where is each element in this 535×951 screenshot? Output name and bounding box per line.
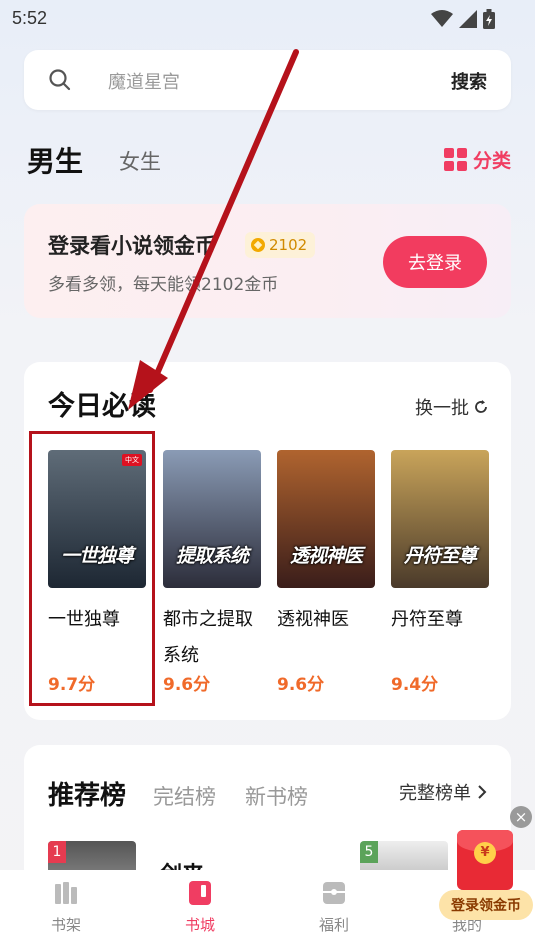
- book-item[interactable]: 丹符至尊 丹符至尊: [391, 450, 489, 638]
- bookstore-icon: [189, 881, 211, 905]
- refresh-icon: [475, 400, 487, 413]
- status-icons: [431, 9, 495, 29]
- cover-text: 丹符至尊: [403, 545, 477, 567]
- nav-label: 书城: [184, 916, 215, 934]
- book-cover[interactable]: 透视神医: [277, 450, 375, 588]
- category-button[interactable]: 分类: [443, 146, 511, 173]
- highlight-box: [29, 431, 155, 706]
- nav-item-welfare[interactable]: 福利: [299, 878, 369, 935]
- coin-amount: 2102: [269, 236, 308, 254]
- nav-label: 福利: [318, 916, 349, 934]
- rank-number: 5: [360, 841, 378, 863]
- coin-badge: 2102: [245, 232, 316, 258]
- nav-item-bookshelf[interactable]: 书架: [31, 878, 101, 935]
- status-time: 5:52: [12, 8, 48, 28]
- cover-text: 提取系统: [175, 545, 249, 567]
- book-title[interactable]: 丹符至尊: [391, 602, 495, 638]
- tab-female[interactable]: 女生: [119, 146, 161, 176]
- refresh-button[interactable]: 换一批: [415, 394, 489, 420]
- battery-icon: [483, 9, 495, 29]
- category-label: 分类: [472, 150, 511, 172]
- category-grid-icon: [443, 148, 467, 171]
- book-cover[interactable]: 丹符至尊: [391, 450, 489, 588]
- nav-label: 书架: [50, 916, 81, 934]
- book-score: 9.4分: [391, 675, 439, 695]
- book-item[interactable]: 提取系统 都市之提取系统: [163, 450, 261, 674]
- red-packet-icon[interactable]: ¥: [457, 830, 513, 890]
- coin-icon: [251, 238, 265, 252]
- chevron-right-icon: [478, 785, 487, 799]
- cover-text: 透视神医: [289, 545, 363, 567]
- refresh-label: 换一批: [415, 398, 469, 419]
- bookshelf-icon: [55, 882, 77, 904]
- full-list-link[interactable]: 完整榜单: [399, 779, 487, 805]
- search-button[interactable]: 搜索: [451, 68, 487, 94]
- nav-item-bookstore[interactable]: 书城: [165, 878, 235, 935]
- tab-recommend[interactable]: 推荐榜: [48, 775, 126, 812]
- wifi-icon: [431, 10, 453, 27]
- book-score: 9.6分: [163, 675, 211, 695]
- book-cover[interactable]: 提取系统: [163, 450, 261, 588]
- status-bar: 5:52: [0, 0, 535, 38]
- search-icon: [49, 69, 71, 91]
- gender-tabs: 男生 女生 分类: [27, 138, 511, 178]
- banner-title: 登录看小说领金币: [48, 234, 216, 258]
- book-title[interactable]: 透视神医: [277, 602, 381, 638]
- close-icon[interactable]: ×: [510, 806, 532, 828]
- book-title[interactable]: 都市之提取系统: [163, 602, 267, 674]
- tab-completed[interactable]: 完结榜: [153, 781, 216, 811]
- login-reward-button[interactable]: 登录领金币: [439, 890, 533, 920]
- tab-male[interactable]: 男生: [27, 140, 83, 180]
- signal-icon: [459, 10, 477, 28]
- rank-number: 1: [48, 841, 66, 863]
- section-title: 今日必读: [48, 391, 156, 422]
- tab-new-books[interactable]: 新书榜: [245, 781, 308, 811]
- login-button[interactable]: 去登录: [383, 236, 487, 288]
- gift-icon: [323, 882, 345, 904]
- ranking-card: 推荐榜 完结榜 新书榜 完整榜单 1 剑来 5: [24, 745, 511, 888]
- yuan-coin-icon: ¥: [474, 842, 496, 864]
- book-score: 9.6分: [277, 675, 325, 695]
- search-bar[interactable]: 魔道星宫 搜索: [24, 50, 511, 110]
- book-item[interactable]: 透视神医 透视神医: [277, 450, 375, 638]
- full-list-label: 完整榜单: [399, 783, 471, 804]
- login-banner: 登录看小说领金币 2102 多看多领，每天能领2102金币 去登录: [24, 204, 511, 318]
- search-input[interactable]: 魔道星宫: [108, 68, 180, 94]
- banner-subtitle: 多看多领，每天能领2102金币: [48, 275, 279, 295]
